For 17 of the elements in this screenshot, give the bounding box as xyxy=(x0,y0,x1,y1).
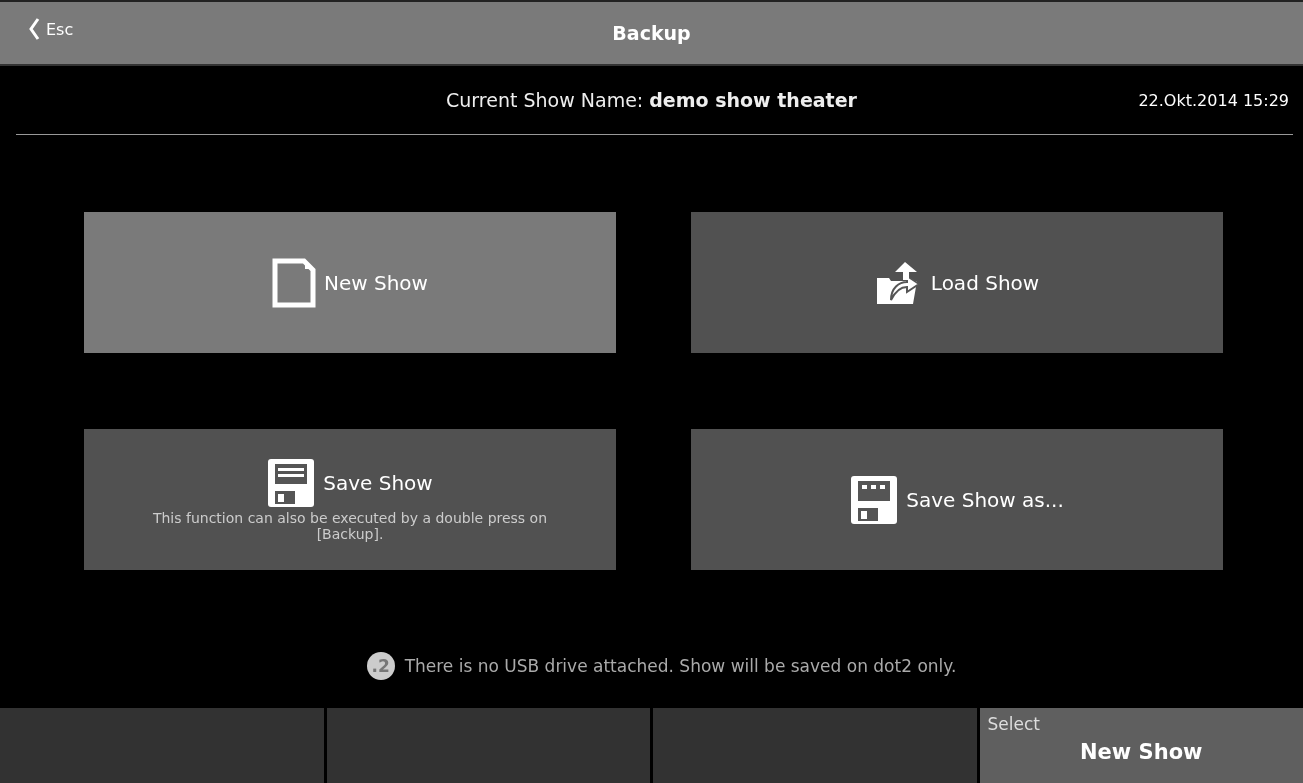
current-show-name: Current Show Name: demo show theater xyxy=(446,89,857,111)
empty-softkey[interactable] xyxy=(0,708,324,783)
chevron-left-icon xyxy=(28,18,40,40)
document-icon xyxy=(272,257,316,308)
tile-description: This function can also be executed by a double press on [Backup]. xyxy=(151,509,549,542)
empty-softkey[interactable] xyxy=(653,708,977,783)
empty-softkey[interactable] xyxy=(326,708,650,783)
date-time: 22.Okt.2014 15:29 xyxy=(1138,90,1289,110)
window-title: Backup xyxy=(612,22,691,44)
select-softkey[interactable]: Select New Show xyxy=(979,708,1303,783)
action-tile[interactable]: Save Show as... xyxy=(691,429,1223,570)
dot2-logo: .2 xyxy=(366,652,395,680)
action-tile[interactable]: New Show xyxy=(84,212,616,353)
usb-notice: There is no USB drive attached. Show will be saved on dot2 only. xyxy=(404,656,957,676)
esc-button[interactable]: Esc xyxy=(28,18,74,40)
action-tile[interactable]: Load Show xyxy=(691,212,1223,353)
action-tile[interactable]: Save Show This function can also be executed by a double press on [Backup]. xyxy=(84,429,616,570)
